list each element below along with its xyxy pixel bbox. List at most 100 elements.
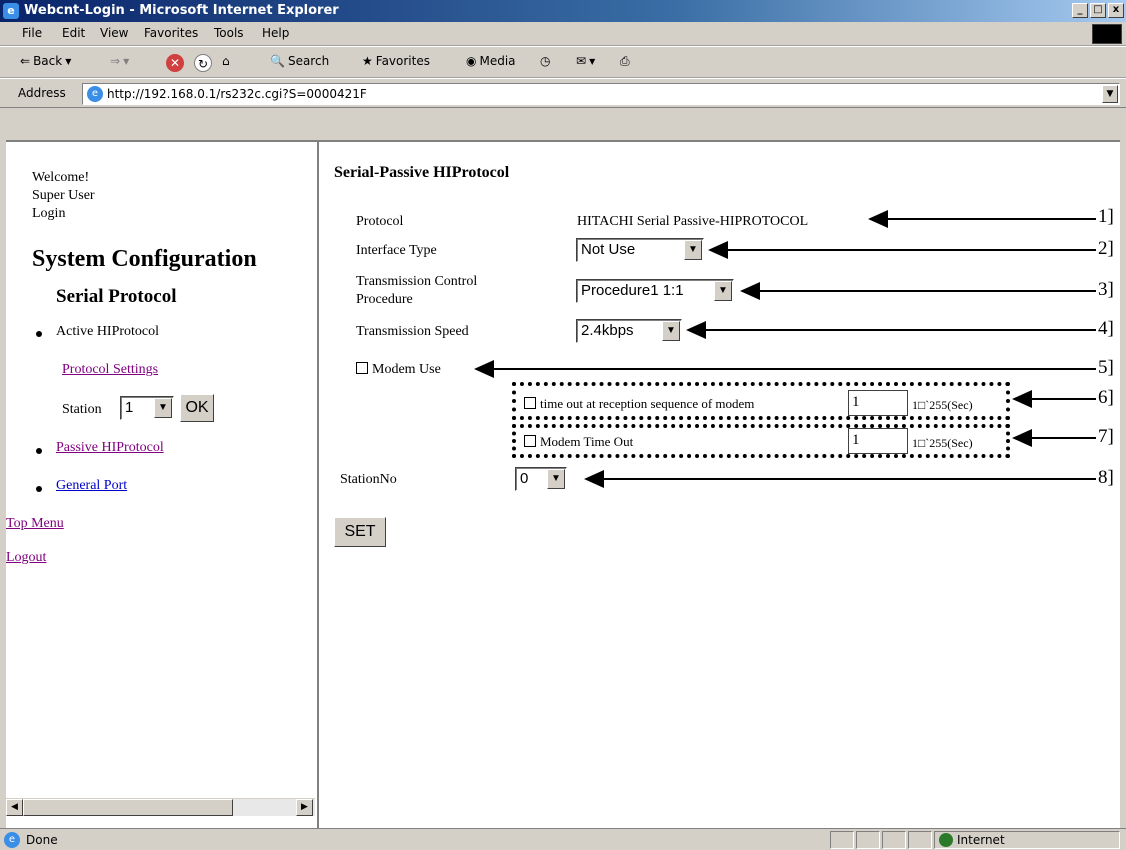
refresh-button[interactable]: ↻ <box>194 54 212 72</box>
history-button[interactable]: ◷ <box>540 54 550 68</box>
chevron-down-icon: ▼ <box>714 281 732 301</box>
checkbox-icon[interactable] <box>524 397 536 409</box>
arrow-line <box>1030 437 1096 439</box>
chevron-down-icon: ▼ <box>589 56 596 66</box>
search-button[interactable]: 🔍 Search <box>270 54 329 68</box>
page-done-icon: e <box>4 832 20 848</box>
modem-timeout-checkbox[interactable]: Modem Time Out <box>524 434 633 450</box>
menu-bar: File Edit View Favorites Tools Help <box>0 22 1126 46</box>
system-configuration-heading: System Configuration <box>32 246 257 272</box>
status-bar: e Done Internet <box>0 828 1126 850</box>
annotation-label-3: 3] <box>1098 279 1114 300</box>
stop-button[interactable]: ✕ <box>166 54 184 72</box>
arrow-head <box>868 210 888 228</box>
status-text: Done <box>26 833 58 847</box>
transmission-control-label-line2: Procedure <box>356 292 413 307</box>
menu-help[interactable]: Help <box>262 26 289 40</box>
minimize-button[interactable]: _ <box>1072 3 1088 18</box>
print-button[interactable]: ⎙ <box>620 54 630 69</box>
menu-edit[interactable]: Edit <box>62 26 85 40</box>
menu-view[interactable]: View <box>100 26 128 40</box>
protocol-settings-link[interactable]: Protocol Settings <box>62 362 158 378</box>
chevron-down-icon: ▼ <box>684 240 702 260</box>
transmission-control-label-line1: Transmission Control <box>356 274 478 289</box>
menu-file[interactable]: File <box>22 26 42 40</box>
station-ok-button[interactable]: OK <box>180 394 214 422</box>
station-select[interactable]: 1 ▼ <box>120 396 174 420</box>
chevron-down-icon: ▼ <box>123 56 130 66</box>
frame-border <box>0 108 1126 142</box>
address-dropdown-button[interactable]: ▼ <box>1102 85 1118 103</box>
protocol-value: HITACHI Serial Passive-HIPROTOCOL <box>577 214 809 229</box>
user-text: Super User <box>32 188 95 203</box>
annotation-label-5: 5] <box>1098 357 1114 378</box>
forward-arrow-icon: ⇒ <box>110 54 121 68</box>
bullet-icon <box>36 448 42 454</box>
zone-text: Internet <box>957 833 1005 847</box>
passive-hiprotocol-link[interactable]: Passive HIProtocol <box>56 440 164 456</box>
chevron-down-icon: ▼ <box>65 56 72 66</box>
favorites-button[interactable]: ★ Favorites <box>362 54 430 68</box>
status-panel <box>882 831 906 849</box>
arrow-line <box>726 249 1096 251</box>
left-horizontal-scrollbar[interactable]: ◀ ▶ <box>6 798 315 816</box>
zone-panel: Internet <box>934 831 1120 849</box>
menu-favorites[interactable]: Favorites <box>144 26 198 40</box>
back-button[interactable]: ⇐ Back ▼ <box>20 54 71 68</box>
scroll-left-icon[interactable]: ◀ <box>6 799 23 816</box>
address-bar: Address e http://192.168.0.1/rs232c.cgi?… <box>0 78 1126 108</box>
status-panel <box>908 831 932 849</box>
timeout-reception-checkbox[interactable]: time out at reception sequence of modem <box>524 396 754 412</box>
stationno-select[interactable]: 0 ▼ <box>515 467 567 491</box>
arrow-head <box>686 321 706 339</box>
arrow-line <box>758 290 1096 292</box>
maximize-button[interactable]: □ <box>1090 3 1106 18</box>
timeout-reception-input[interactable]: 1 <box>848 390 908 416</box>
transmission-speed-label: Transmission Speed <box>356 324 469 339</box>
scroll-thumb[interactable] <box>23 799 233 816</box>
serial-protocol-heading: Serial Protocol <box>56 286 177 307</box>
annotation-label-1: 1] <box>1098 206 1114 227</box>
toolbar: ⇐ Back ▼ ⇒ ▼ ✕ ↻ ⌂ 🔍 Search ★ Favorites ◉ Medi… <box>0 46 1126 78</box>
chevron-down-icon: ▼ <box>547 469 565 489</box>
bullet-icon <box>36 331 42 337</box>
home-icon: ⌂ <box>222 54 230 68</box>
interface-type-select[interactable]: Not Use ▼ <box>576 238 704 262</box>
general-port-link[interactable]: General Port <box>56 478 127 494</box>
top-menu-link[interactable]: Top Menu <box>6 516 64 532</box>
stop-icon: ✕ <box>166 54 184 72</box>
station-label: Station <box>62 402 102 417</box>
back-arrow-icon: ⇐ <box>20 54 31 68</box>
logout-link[interactable]: Logout <box>6 550 46 566</box>
checkbox-icon[interactable] <box>356 362 368 374</box>
interface-type-label: Interface Type <box>356 243 437 258</box>
media-icon: ◉ <box>466 54 477 68</box>
arrow-line <box>602 478 1096 480</box>
status-panel <box>830 831 854 849</box>
page-title: Serial-Passive HIProtocol <box>334 164 510 181</box>
address-input[interactable]: e http://192.168.0.1/rs232c.cgi?S=000042… <box>82 83 1120 105</box>
annotation-label-6: 6] <box>1098 387 1114 408</box>
scroll-right-icon[interactable]: ▶ <box>296 799 313 816</box>
chevron-down-icon: ▼ <box>154 398 172 418</box>
modem-use-checkbox[interactable]: Modem Use <box>356 362 441 378</box>
modem-timeout-input[interactable]: 1 <box>848 428 908 454</box>
home-button[interactable]: ⌂ <box>222 54 230 68</box>
bullet-icon <box>36 486 42 492</box>
media-button[interactable]: ◉ Media <box>466 54 516 68</box>
forward-button[interactable]: ⇒ ▼ <box>110 54 129 68</box>
favorites-icon: ★ <box>362 54 373 68</box>
checkbox-icon[interactable] <box>524 435 536 447</box>
timeout-reception-range: 1□`255(Sec) <box>912 398 973 412</box>
transmission-speed-select[interactable]: 2.4kbps ▼ <box>576 319 682 343</box>
annotation-label-2: 2] <box>1098 238 1114 259</box>
transmission-control-select[interactable]: Procedure1 1:1 ▼ <box>576 279 734 303</box>
annotation-label-7: 7] <box>1098 426 1114 447</box>
menu-tools[interactable]: Tools <box>214 26 244 40</box>
welcome-text: Welcome! <box>32 170 90 185</box>
address-label: Address <box>18 86 66 100</box>
close-button[interactable]: x <box>1108 3 1124 18</box>
mail-button[interactable]: ✉ ▼ <box>576 54 595 68</box>
set-button[interactable]: SET <box>334 517 386 547</box>
status-panel <box>856 831 880 849</box>
